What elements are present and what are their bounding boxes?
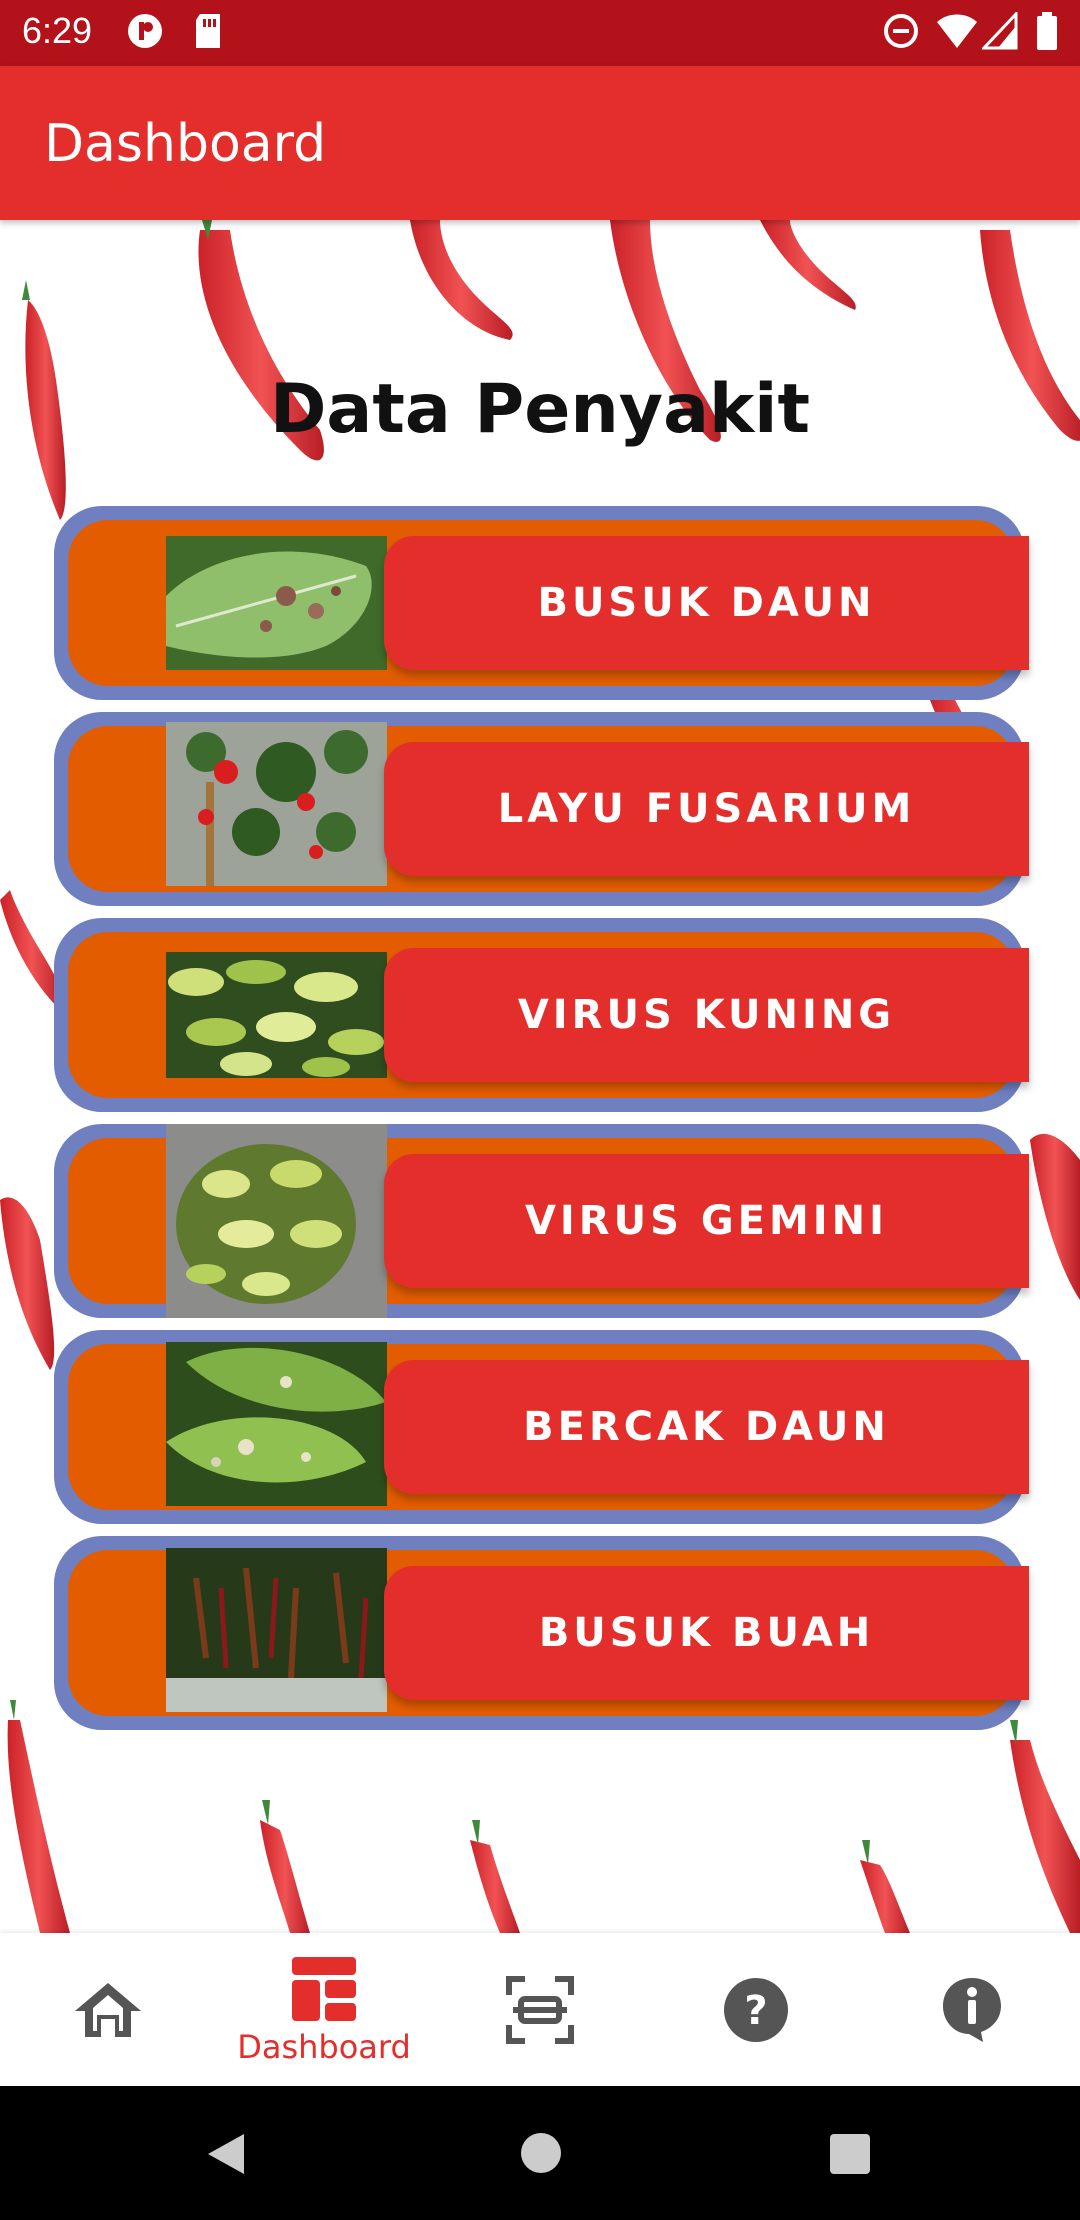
nav-info[interactable]: [864, 1933, 1080, 2086]
disease-thumbnail: [166, 536, 387, 670]
disease-thumbnail: [166, 1124, 387, 1318]
disease-label: VIRUS KUNING: [517, 992, 896, 1038]
disease-thumbnail: [166, 1342, 387, 1506]
nav-label: Dashboard: [237, 2027, 411, 2066]
scan-icon: [506, 1975, 574, 2044]
nav-home[interactable]: [0, 1933, 216, 2086]
disease-button[interactable]: BERCAK DAUN: [384, 1360, 1029, 1494]
disease-button[interactable]: BUSUK DAUN: [384, 536, 1029, 670]
disease-card[interactable]: BERCAK DAUN: [54, 1330, 1029, 1524]
disease-label: BUSUK DAUN: [537, 580, 876, 626]
status-time: 6:29: [22, 10, 93, 51]
sd-card-icon: [196, 14, 220, 48]
home-icon: [75, 1982, 141, 2037]
system-navigation-bar: [0, 2086, 1080, 2220]
disease-label: BUSUK BUAH: [538, 1610, 875, 1656]
disease-card[interactable]: LAYU FUSARIUM: [54, 712, 1029, 906]
wifi-icon: [937, 14, 977, 48]
help-icon: ?: [724, 1977, 788, 2042]
nav-help[interactable]: ?: [648, 1933, 864, 2086]
disease-button[interactable]: VIRUS KUNING: [384, 948, 1029, 1082]
disease-card[interactable]: BUSUK BUAH: [54, 1536, 1029, 1730]
app-title: Dashboard: [44, 114, 327, 174]
signal-icon: [982, 12, 1018, 50]
recents-icon[interactable]: [830, 2134, 870, 2174]
disease-button[interactable]: VIRUS GEMINI: [384, 1154, 1029, 1288]
battery-icon: [1037, 12, 1057, 50]
dashboard-content: Data Penyakit BUSUK DAUN LAYU FUSARIUM V…: [0, 220, 1080, 1933]
info-icon: [943, 1977, 1001, 2042]
disease-thumbnail: [166, 722, 387, 886]
do-not-disturb-icon: [884, 14, 918, 48]
bottom-navigation: Dashboard ?: [0, 1933, 1080, 2086]
disease-button[interactable]: LAYU FUSARIUM: [384, 742, 1029, 876]
app-bar: Dashboard: [0, 66, 1080, 220]
disease-thumbnail: [166, 1548, 387, 1712]
nav-dashboard[interactable]: Dashboard: [216, 1933, 432, 2086]
svg-text:?: ?: [744, 1988, 767, 2034]
nav-scan[interactable]: [432, 1933, 648, 2086]
disease-card[interactable]: BUSUK DAUN: [54, 506, 1029, 700]
disease-label: VIRUS GEMINI: [524, 1198, 889, 1244]
status-bar: 6:29: [0, 0, 1080, 66]
disease-label: BERCAK DAUN: [523, 1404, 890, 1450]
disease-thumbnail: [166, 952, 387, 1078]
home-button-icon[interactable]: [520, 2132, 562, 2174]
dashboard-icon: [292, 1956, 356, 2021]
back-icon[interactable]: [204, 2132, 248, 2176]
disease-button[interactable]: BUSUK BUAH: [384, 1566, 1029, 1700]
disease-card[interactable]: VIRUS GEMINI: [54, 1124, 1029, 1318]
disease-label: LAYU FUSARIUM: [497, 786, 916, 832]
page-heading: Data Penyakit: [269, 370, 810, 449]
disease-card[interactable]: VIRUS KUNING: [54, 918, 1029, 1112]
app-notification-icon: [128, 14, 162, 48]
